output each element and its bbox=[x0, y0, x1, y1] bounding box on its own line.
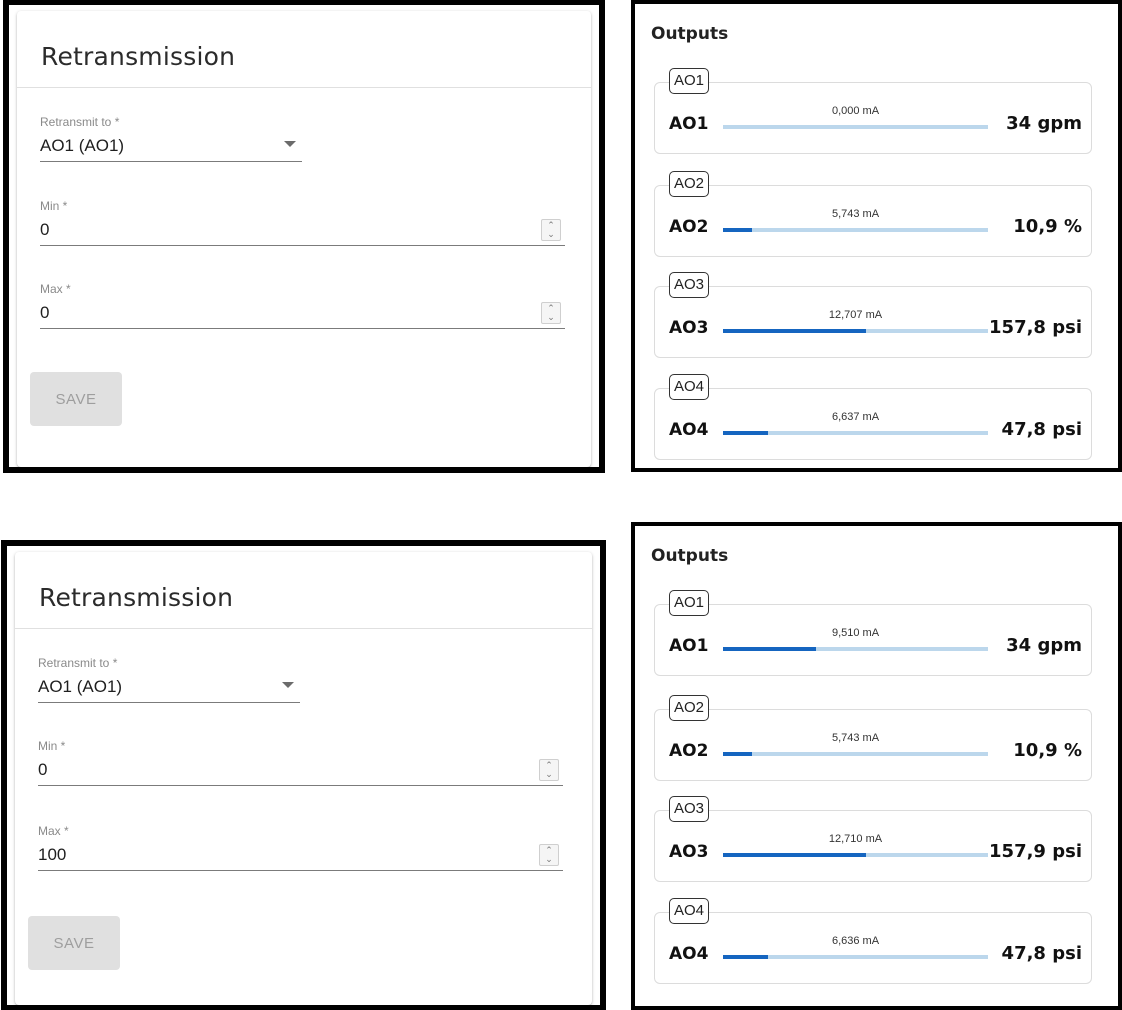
output-name: AO4 bbox=[669, 944, 709, 964]
output-name: AO1 bbox=[669, 636, 709, 656]
output-current: 6,636 mA bbox=[831, 935, 880, 947]
output-tag: AO3 bbox=[669, 272, 710, 298]
output-card-ao4: AO4 AO4 6,636 mA 47,8 psi bbox=[654, 898, 1092, 984]
output-tag: AO1 bbox=[669, 68, 710, 94]
outputs-panel-1: Outputs AO1 AO1 0,000 mA 34 gpm AO2 AO2 … bbox=[631, 0, 1122, 472]
output-current: 9,510 mA bbox=[831, 627, 880, 639]
output-card-ao2: AO2 AO2 5,743 mA 10,9 % bbox=[654, 695, 1092, 781]
output-bar-track bbox=[723, 955, 988, 959]
output-current: 6,637 mA bbox=[831, 411, 880, 423]
retransmission-card: Retransmission Retransmit to * AO1 (AO1)… bbox=[17, 11, 591, 467]
output-bar-fill bbox=[723, 853, 867, 857]
output-bar-fill bbox=[723, 752, 753, 756]
output-bar-track bbox=[723, 329, 988, 333]
chevron-down-icon[interactable] bbox=[284, 141, 296, 147]
retransmission-panel-1: Retransmission Retransmit to * AO1 (AO1)… bbox=[4, 0, 604, 472]
spinner-arrows-icon[interactable]: ⌃ ⌄ bbox=[541, 219, 561, 241]
output-bar-fill bbox=[723, 329, 867, 333]
retransmit-to-select[interactable]: Retransmit to * AO1 (AO1) bbox=[38, 656, 300, 703]
output-value: 34 gpm bbox=[1006, 113, 1082, 134]
max-label: Max * bbox=[38, 824, 69, 838]
min-field[interactable]: Min * 0 ⌃ ⌄ bbox=[40, 199, 565, 246]
output-value: 157,8 psi bbox=[989, 317, 1082, 338]
output-value: 34 gpm bbox=[1006, 635, 1082, 656]
output-card-ao3: AO3 AO3 12,710 mA 157,9 psi bbox=[654, 796, 1092, 882]
output-tag: AO3 bbox=[669, 796, 710, 822]
output-value: 157,9 psi bbox=[989, 841, 1082, 862]
output-name: AO2 bbox=[669, 741, 709, 761]
output-bar-fill bbox=[723, 431, 769, 435]
output-bar-track bbox=[723, 125, 988, 129]
outputs-title: Outputs bbox=[651, 546, 729, 566]
output-card-ao2: AO2 AO2 5,743 mA 10,9 % bbox=[654, 171, 1092, 257]
page-title: Retransmission bbox=[39, 583, 234, 612]
output-card-ao3: AO3 AO3 12,707 mA 157,8 psi bbox=[654, 272, 1092, 358]
output-current: 5,743 mA bbox=[831, 732, 880, 744]
output-value: 47,8 psi bbox=[1001, 419, 1082, 440]
output-name: AO3 bbox=[669, 318, 709, 338]
output-current: 0,000 mA bbox=[831, 105, 880, 117]
outputs-panel-2: Outputs AO1 AO1 9,510 mA 34 gpm AO2 AO2 … bbox=[631, 522, 1122, 1010]
output-bar-track bbox=[723, 431, 988, 435]
output-bar-fill bbox=[723, 647, 816, 651]
chevron-down-icon[interactable] bbox=[282, 682, 294, 688]
page-title: Retransmission bbox=[41, 42, 236, 71]
save-button[interactable]: SAVE bbox=[30, 372, 122, 426]
output-current: 5,743 mA bbox=[831, 208, 880, 220]
output-bar-track bbox=[723, 647, 988, 651]
output-name: AO4 bbox=[669, 420, 709, 440]
output-name: AO2 bbox=[669, 217, 709, 237]
max-input[interactable]: 100 bbox=[38, 844, 563, 866]
output-bar-track bbox=[723, 752, 988, 756]
min-label: Min * bbox=[38, 739, 66, 753]
min-label: Min * bbox=[40, 199, 68, 213]
save-button[interactable]: SAVE bbox=[28, 916, 120, 970]
output-value: 47,8 psi bbox=[1001, 943, 1082, 964]
max-field[interactable]: Max * 100 ⌃ ⌄ bbox=[38, 824, 563, 871]
output-tag: AO4 bbox=[669, 898, 710, 924]
retransmit-to-label: Retransmit to * bbox=[40, 115, 120, 129]
output-current: 12,707 mA bbox=[828, 309, 883, 321]
max-field[interactable]: Max * 0 ⌃ ⌄ bbox=[40, 282, 565, 329]
divider bbox=[17, 87, 591, 88]
retransmit-to-select[interactable]: Retransmit to * AO1 (AO1) bbox=[40, 115, 302, 162]
max-label: Max * bbox=[40, 282, 71, 296]
spinner-arrows-icon[interactable]: ⌃ ⌄ bbox=[539, 759, 559, 781]
divider bbox=[15, 628, 592, 629]
retransmit-to-label: Retransmit to * bbox=[38, 656, 118, 670]
min-input[interactable]: 0 bbox=[40, 219, 565, 241]
retransmit-to-value: AO1 (AO1) bbox=[38, 677, 123, 696]
retransmission-panel-2: Retransmission Retransmit to * AO1 (AO1)… bbox=[2, 541, 605, 1010]
output-value: 10,9 % bbox=[1013, 740, 1082, 761]
output-tag: AO2 bbox=[669, 171, 710, 197]
min-input[interactable]: 0 bbox=[38, 759, 563, 781]
output-bar-track bbox=[723, 853, 988, 857]
output-tag: AO2 bbox=[669, 695, 710, 721]
output-tag: AO1 bbox=[669, 590, 710, 616]
output-bar-track bbox=[723, 228, 988, 232]
output-name: AO3 bbox=[669, 842, 709, 862]
output-tag: AO4 bbox=[669, 374, 710, 400]
output-bar-fill bbox=[723, 228, 753, 232]
outputs-title: Outputs bbox=[651, 24, 729, 44]
output-card-ao1: AO1 AO1 0,000 mA 34 gpm bbox=[654, 68, 1092, 154]
output-value: 10,9 % bbox=[1013, 216, 1082, 237]
min-field[interactable]: Min * 0 ⌃ ⌄ bbox=[38, 739, 563, 786]
output-card-ao4: AO4 AO4 6,637 mA 47,8 psi bbox=[654, 374, 1092, 460]
spinner-arrows-icon[interactable]: ⌃ ⌄ bbox=[539, 844, 559, 866]
output-name: AO1 bbox=[669, 114, 709, 134]
output-current: 12,710 mA bbox=[828, 833, 883, 845]
max-input[interactable]: 0 bbox=[40, 302, 565, 324]
spinner-arrows-icon[interactable]: ⌃ ⌄ bbox=[541, 302, 561, 324]
output-card-ao1: AO1 AO1 9,510 mA 34 gpm bbox=[654, 590, 1092, 676]
retransmission-card: Retransmission Retransmit to * AO1 (AO1)… bbox=[15, 552, 592, 1005]
retransmit-to-value: AO1 (AO1) bbox=[40, 136, 125, 155]
output-bar-fill bbox=[723, 955, 769, 959]
